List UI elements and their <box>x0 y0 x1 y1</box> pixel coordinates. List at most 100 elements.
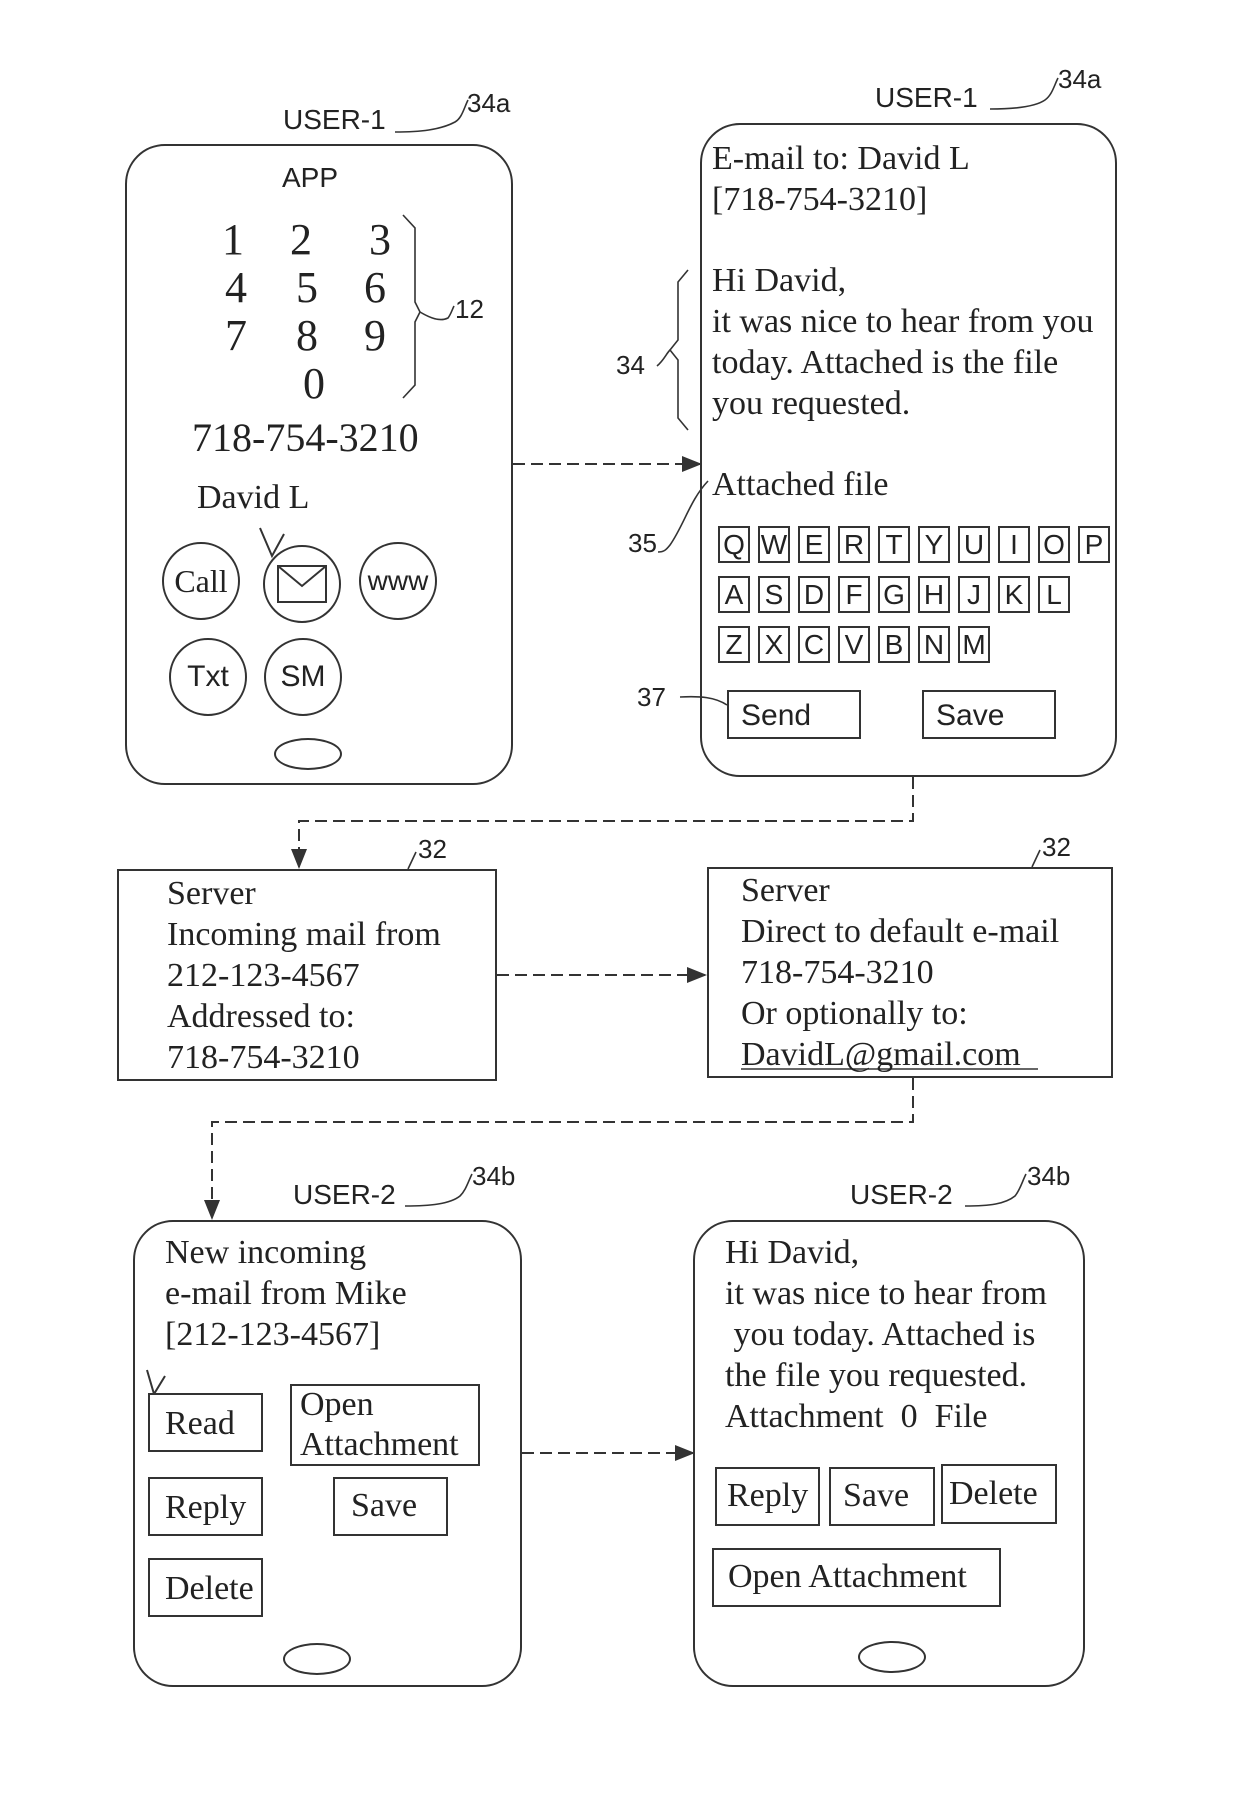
key-k[interactable]: K <box>998 576 1030 613</box>
leader-32-server1 <box>407 851 417 870</box>
open-attachment-button[interactable]: Open Attachment <box>290 1384 480 1466</box>
email-to-number: [718-754-3210] <box>712 181 928 218</box>
phone4-user-label: USER-2 <box>850 1179 953 1210</box>
home-button[interactable] <box>858 1641 926 1673</box>
send-button[interactable]: Send <box>727 690 861 739</box>
phone2-ref-label: 34a <box>1058 64 1102 94</box>
send-label: Send <box>741 699 812 732</box>
key-a[interactable]: A <box>718 576 750 613</box>
reply-label: Reply <box>165 1489 247 1526</box>
key-u[interactable]: U <box>958 526 990 563</box>
key-y[interactable]: Y <box>918 526 950 563</box>
server1-line: Incoming mail from <box>167 916 441 953</box>
check-mark-icon <box>259 527 285 559</box>
leader-34b-phone3 <box>404 1173 473 1207</box>
message-line: Hi David, <box>725 1234 860 1271</box>
email-body-line: it was nice to hear from you <box>712 303 1094 340</box>
sm-button[interactable]: SM <box>264 638 342 716</box>
email-to-line: E-mail to: David L <box>712 140 970 177</box>
read-label: Read <box>165 1405 235 1442</box>
server2-ref-label: 32 <box>1042 832 1071 862</box>
keypad-key-4[interactable]: 4 <box>225 266 247 310</box>
key-s[interactable]: S <box>758 576 790 613</box>
key-v[interactable]: V <box>838 626 870 663</box>
server2-line: Or optionally to: <box>741 995 968 1032</box>
notification-line: New incoming <box>165 1234 367 1271</box>
keypad-key-7[interactable]: 7 <box>225 314 247 358</box>
home-button[interactable] <box>274 738 342 770</box>
key-r[interactable]: R <box>838 526 870 563</box>
delete-button[interactable]: Delete <box>148 1558 263 1617</box>
keypad-key-9[interactable]: 9 <box>364 314 386 358</box>
key-m[interactable]: M <box>958 626 990 663</box>
reply-button[interactable]: Reply <box>715 1467 820 1526</box>
save-button[interactable]: Save <box>922 690 1056 739</box>
message-line: the file you requested. <box>725 1357 1028 1394</box>
reply-label: Reply <box>727 1477 809 1514</box>
server1-line: Addressed to: <box>167 998 355 1035</box>
key-e[interactable]: E <box>798 526 830 563</box>
connector-phone2-to-server1 <box>291 777 914 869</box>
www-label: www <box>367 565 429 596</box>
key-x[interactable]: X <box>758 626 790 663</box>
phone4-ref-label: 34b <box>1027 1161 1071 1191</box>
key-l[interactable]: L <box>1038 576 1070 613</box>
leader-32-server2 <box>1031 849 1041 868</box>
save-label: Save <box>843 1477 910 1514</box>
sm-label: SM <box>280 660 326 693</box>
keypad-key-3[interactable]: 3 <box>369 218 391 262</box>
call-button[interactable]: Call <box>162 542 240 620</box>
key-h[interactable]: H <box>918 576 950 613</box>
key-w[interactable]: W <box>758 526 790 563</box>
keypad-key-2[interactable]: 2 <box>290 218 312 262</box>
keypad-key-6[interactable]: 6 <box>364 266 386 310</box>
www-button[interactable]: www <box>359 542 437 620</box>
default-email-address[interactable]: DavidL@gmail.com <box>741 1034 1021 1075</box>
keypad-key-5[interactable]: 5 <box>296 266 318 310</box>
keypad-key-1[interactable]: 1 <box>222 218 244 262</box>
phone1-ref-label: 34a <box>467 88 511 118</box>
key-g[interactable]: G <box>878 576 910 613</box>
key-q[interactable]: Q <box>718 526 750 563</box>
save-button[interactable]: Save <box>829 1467 935 1526</box>
home-button[interactable] <box>283 1643 351 1675</box>
key-d[interactable]: D <box>798 576 830 613</box>
open-attachment-button[interactable]: Open Attachment <box>712 1548 1001 1607</box>
keypad-key-8[interactable]: 8 <box>296 314 318 358</box>
patent-figure: USER-1 34a APP 1 2 3 4 5 6 7 8 9 0 12 71… <box>0 0 1240 1813</box>
key-c[interactable]: C <box>798 626 830 663</box>
message-line: it was nice to hear from <box>725 1275 1047 1312</box>
reply-button[interactable]: Reply <box>148 1477 263 1536</box>
key-j[interactable]: J <box>958 576 990 613</box>
key-z[interactable]: Z <box>718 626 750 663</box>
phone3-user-label: USER-2 <box>293 1179 396 1210</box>
key-o[interactable]: O <box>1038 526 1070 563</box>
key-t[interactable]: T <box>878 526 910 563</box>
server1-line: 718-754-3210 <box>167 1039 360 1076</box>
key-b[interactable]: B <box>878 626 910 663</box>
open-attachment-label-line1: Open <box>300 1386 374 1423</box>
save-label: Save <box>936 699 1005 732</box>
delete-button[interactable]: Delete <box>941 1464 1057 1524</box>
key-n[interactable]: N <box>918 626 950 663</box>
keypad-key-0[interactable]: 0 <box>303 362 325 406</box>
leader-34b-phone4 <box>964 1173 1027 1207</box>
send-ref-label: 37 <box>637 682 666 712</box>
read-button[interactable]: Read <box>148 1393 263 1452</box>
email-body-line: you requested. <box>712 385 911 422</box>
save-button[interactable]: Save <box>333 1477 448 1536</box>
email-body-line: Hi David, <box>712 262 847 299</box>
key-p[interactable]: P <box>1078 526 1110 563</box>
txt-button[interactable]: Txt <box>169 638 247 716</box>
envelope-icon <box>277 565 327 603</box>
leader-34 <box>656 349 671 367</box>
phone2-user-label: USER-1 <box>875 82 978 113</box>
key-i[interactable]: I <box>998 526 1030 563</box>
contact-name: David L <box>197 479 310 516</box>
delete-label: Delete <box>949 1475 1038 1512</box>
phone-user1-compose <box>700 123 1117 777</box>
attached-file-link[interactable]: Attached file <box>712 464 889 505</box>
notification-line: e-mail from Mike <box>165 1275 407 1312</box>
key-f[interactable]: F <box>838 576 870 613</box>
email-body-line: today. Attached is the file <box>712 344 1059 381</box>
